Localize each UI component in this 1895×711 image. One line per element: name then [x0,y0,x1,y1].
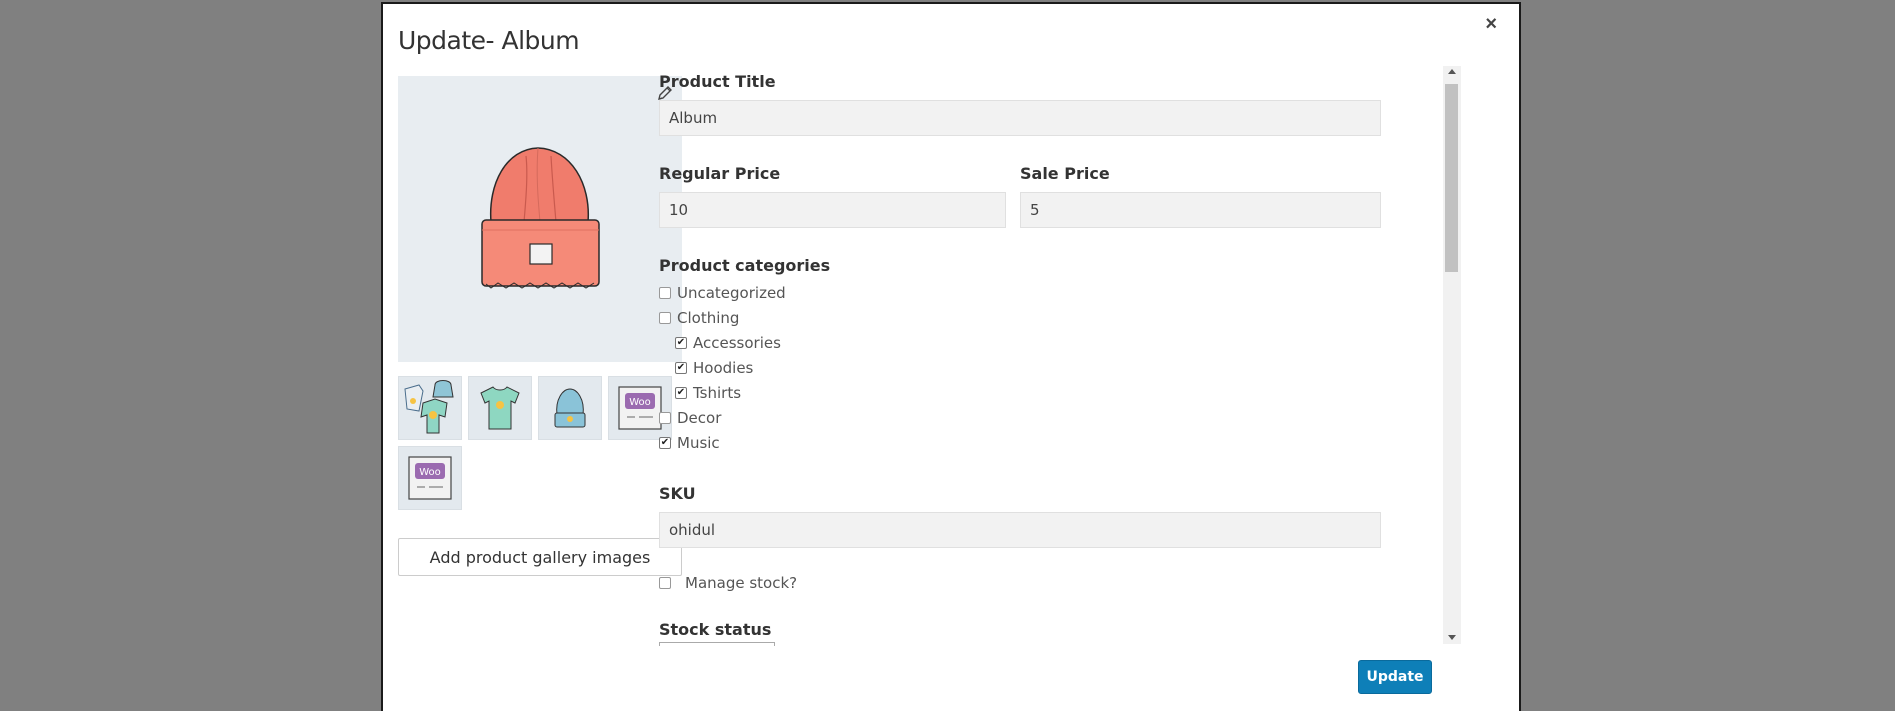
regular-price-label: Regular Price [659,164,781,183]
gallery-thumb-hoodie-set[interactable] [398,376,462,440]
product-title-label: Product Title [659,72,776,91]
woo-poster-image: Woo [408,456,452,500]
checkbox-checked[interactable]: ✔ [675,362,687,374]
checkbox[interactable] [659,412,671,424]
category-hoodies[interactable]: ✔ Hoodies [675,359,753,377]
category-label: Hoodies [693,359,754,377]
category-label: Decor [677,409,722,427]
checkbox-checked[interactable]: ✔ [675,337,687,349]
gallery-thumb-woo-poster-2[interactable]: Woo [398,446,462,510]
update-button[interactable]: Update [1358,660,1432,694]
stock-status-label: Stock status [659,620,772,639]
product-title-input[interactable]: Album [659,100,1381,136]
category-accessories[interactable]: ✔ Accessories [675,334,781,352]
checkbox-checked[interactable]: ✔ [675,387,687,399]
category-label: Accessories [693,334,781,352]
gallery-thumb-beanie[interactable] [538,376,602,440]
category-label: Tshirts [693,384,742,402]
product-categories-label: Product categories [659,256,831,275]
checkbox[interactable] [659,312,671,324]
regular-price-input[interactable]: 10 [659,192,1006,228]
svg-text:Woo: Woo [629,397,651,408]
beanie-thumb-image [554,388,586,428]
category-label: Uncategorized [677,284,786,302]
product-featured-image[interactable] [398,76,682,362]
stock-status-select[interactable] [659,642,775,646]
checkbox[interactable] [659,577,671,589]
sale-price-input[interactable]: 5 [1020,192,1381,228]
tshirt-image [480,386,520,430]
category-label: Music [677,434,720,452]
gallery-thumb-tshirt[interactable] [468,376,532,440]
manage-stock-toggle[interactable]: Manage stock? [659,574,797,592]
category-decor[interactable]: Decor [659,409,721,427]
checkbox-checked[interactable]: ✔ [659,437,671,449]
beanie-image [481,147,600,289]
product-form-scroll-area: Product Title Album Regular Price 10 Sal… [659,68,1389,646]
close-icon[interactable]: × [1485,14,1497,34]
scrollbar-thumb[interactable] [1445,84,1458,272]
category-music[interactable]: ✔ Music [659,434,720,452]
sale-price-label: Sale Price [1020,164,1110,183]
sku-input[interactable]: ohidul [659,512,1381,548]
checkbox[interactable] [659,287,671,299]
sku-label: SKU [659,484,696,503]
category-label: Clothing [677,309,740,327]
category-tshirts[interactable]: ✔ Tshirts [675,384,741,402]
svg-text:Woo: Woo [419,467,441,478]
update-product-modal: Update- Album × Woo Woo Add product gall… [381,2,1521,711]
modal-title: Update- Album [398,26,580,55]
hoodie-set-image [404,380,454,434]
category-clothing[interactable]: Clothing [659,309,739,327]
scroll-down-arrow-icon[interactable] [1448,635,1456,640]
form-scrollbar[interactable] [1443,66,1461,644]
add-gallery-images-button[interactable]: Add product gallery images [398,538,682,576]
category-uncategorized[interactable]: Uncategorized [659,284,786,302]
scroll-up-arrow-icon[interactable] [1448,69,1456,74]
manage-stock-label: Manage stock? [685,574,798,592]
